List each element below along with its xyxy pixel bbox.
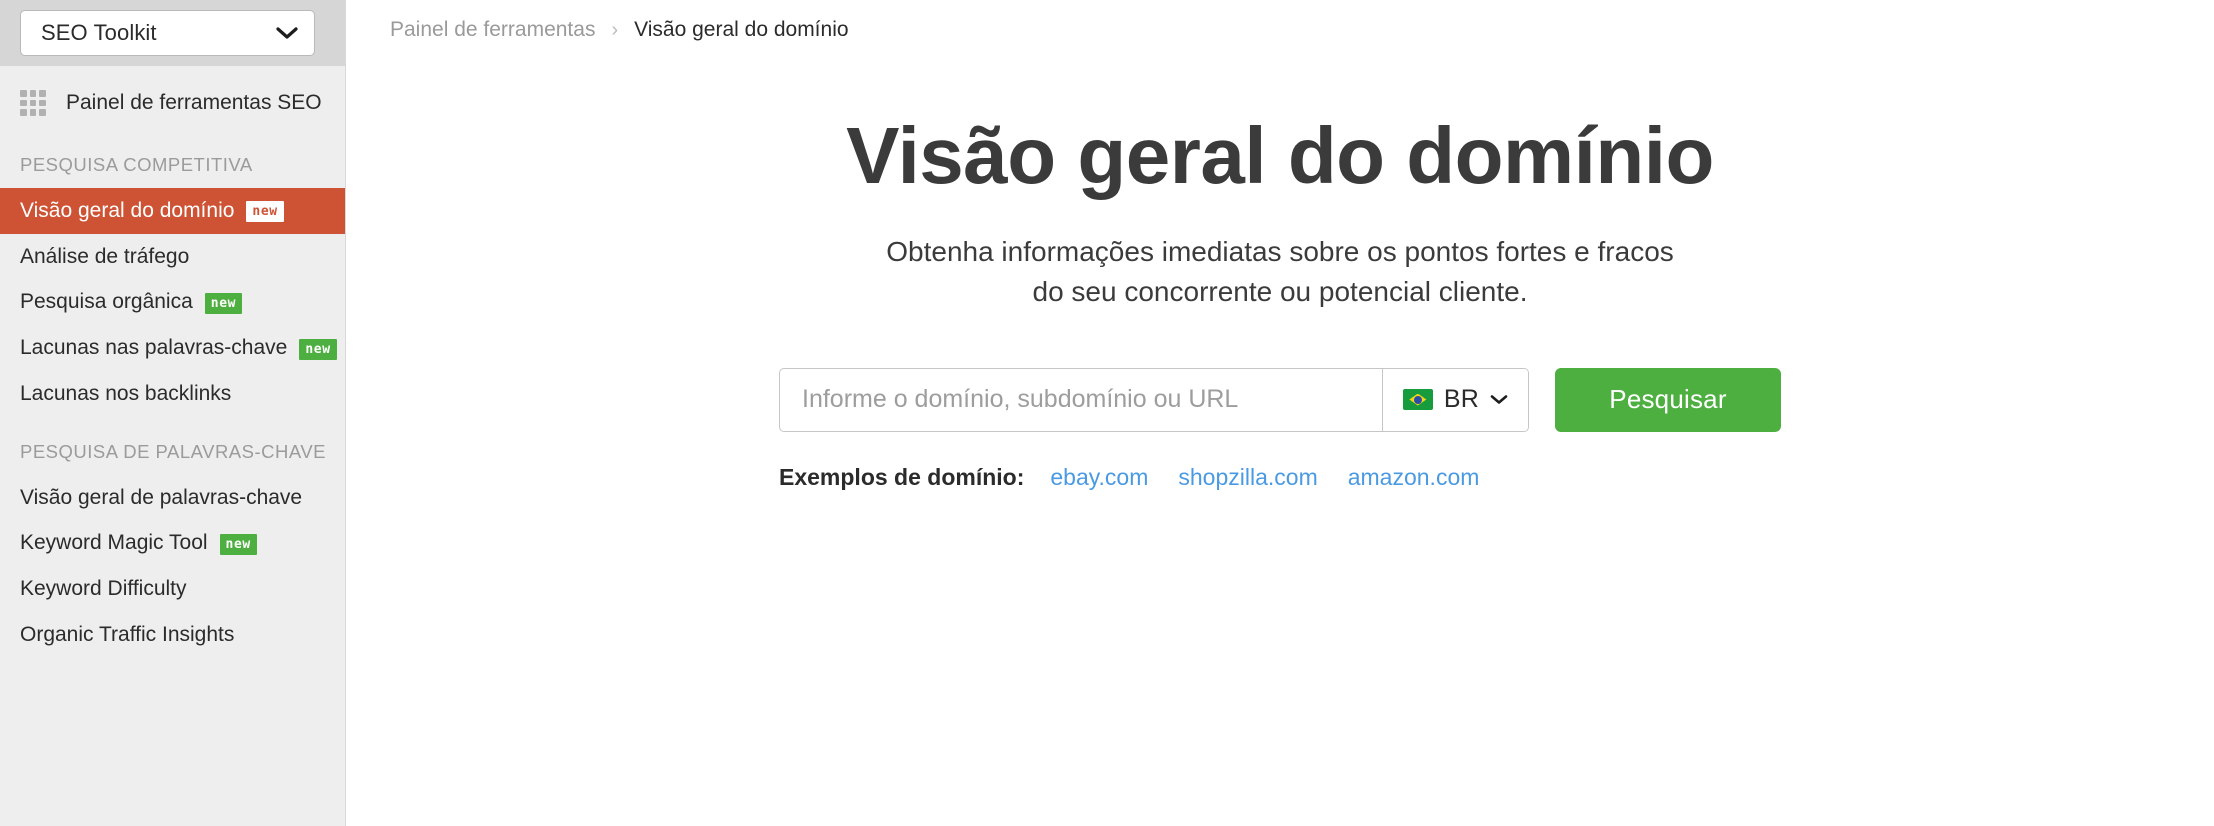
page-subtitle-line2: do seu concorrente ou potencial cliente. — [1032, 275, 1528, 307]
sidebar-item-label: Visão geral de palavras-chave — [20, 485, 303, 509]
new-badge: new — [299, 338, 337, 360]
sidebar-nav: Painel de ferramentas SEO PESQUISA COMPE… — [0, 66, 345, 826]
sidebar: SEO Toolkit Painel de ferramentas SEO PE… — [0, 0, 346, 826]
sidebar-item-label: Keyword Magic Tool — [20, 531, 208, 555]
sidebar-section-title-competitive: PESQUISA COMPETITIVA — [20, 154, 253, 175]
toolkit-selector-label: SEO Toolkit — [41, 20, 157, 45]
sidebar-section-title-keyword-research: PESQUISA DE PALAVRAS-CHAVE — [20, 440, 327, 462]
sidebar-item-lacunas-nos-backlinks[interactable]: Lacunas nos backlinks — [0, 371, 345, 417]
new-badge: new — [204, 292, 243, 314]
country-code-label: BR — [1443, 385, 1480, 413]
chevron-down-icon — [1490, 395, 1508, 404]
example-link-amazon[interactable]: amazon.com — [1348, 464, 1480, 491]
new-badge: new — [246, 201, 284, 223]
sidebar-item-pesquisa-organica[interactable]: Pesquisa orgânica new — [0, 279, 345, 325]
sidebar-item-visao-geral-do-dominio[interactable]: Visão geral do domínio new — [0, 188, 345, 234]
brazil-flag-icon — [1402, 389, 1433, 410]
sidebar-item-label: Lacunas nos backlinks — [20, 381, 232, 405]
page-subtitle-line1: Obtenha informações imediatas sobre os p… — [886, 236, 1674, 267]
sidebar-item-organic-traffic-insights[interactable]: Organic Traffic Insights — [0, 612, 345, 658]
sidebar-item-analise-de-trafego[interactable]: Análise de tráfego — [0, 234, 345, 280]
sidebar-item-lacunas-nas-palavras-chave[interactable]: Lacunas nas palavras-chave new — [0, 325, 345, 371]
sidebar-item-label: Lacunas nas palavras-chave — [20, 336, 288, 360]
sidebar-item-label: Keyword Difficulty — [20, 577, 187, 601]
hero-section: Visão geral do domínio Obtenha informaçõ… — [346, 114, 2214, 491]
app-root: SEO Toolkit Painel de ferramentas SEO PE… — [0, 0, 2214, 826]
page-subtitle: Obtenha informações imediatas sobre os p… — [886, 232, 1674, 312]
sidebar-item-label: Organic Traffic Insights — [20, 622, 235, 646]
sidebar-item-dashboard-label: Painel de ferramentas SEO — [66, 91, 322, 114]
chevron-down-icon — [276, 27, 298, 39]
country-selector[interactable]: BR — [1382, 368, 1528, 431]
breadcrumb-separator-icon: › — [611, 18, 619, 41]
breadcrumb-current: Visão geral do domínio — [634, 18, 849, 41]
sidebar-item-label: Visão geral do domínio — [20, 199, 235, 222]
sidebar-item-visao-geral-de-palavras-chave[interactable]: Visão geral de palavras-chave — [0, 475, 345, 521]
example-link-shopzilla[interactable]: shopzilla.com — [1178, 464, 1317, 491]
sidebar-header: SEO Toolkit — [0, 0, 345, 66]
domain-examples: Exemplos de domínio: ebay.com shopzilla.… — [779, 464, 1479, 491]
breadcrumb-link-dashboard[interactable]: Painel de ferramentas — [390, 18, 595, 42]
toolkit-selector[interactable]: SEO Toolkit — [20, 10, 315, 56]
new-badge: new — [219, 533, 257, 555]
example-link-ebay[interactable]: ebay.com — [1050, 464, 1148, 491]
sidebar-item-label: Análise de tráfego — [20, 244, 190, 268]
search-group: BR — [779, 367, 1529, 432]
search-button[interactable]: Pesquisar — [1555, 367, 1781, 432]
search-row: BR Pesquisar — [779, 367, 1781, 432]
search-block: BR Pesquisar Exemplos de domínio: ebay.c… — [779, 312, 1781, 491]
domain-examples-label: Exemplos de domínio: — [779, 463, 1025, 490]
sidebar-item-dashboard[interactable]: Painel de ferramentas SEO — [0, 76, 345, 130]
main-content: Painel de ferramentas › Visão geral do d… — [346, 0, 2214, 826]
grid-icon — [20, 90, 46, 116]
search-input[interactable] — [780, 368, 1382, 431]
sidebar-item-label: Pesquisa orgânica — [20, 290, 193, 314]
page-title: Visão geral do domínio — [846, 111, 1714, 200]
hero-inner: Visão geral do domínio Obtenha informaçõ… — [666, 114, 1894, 491]
breadcrumb: Painel de ferramentas › Visão geral do d… — [346, 0, 2214, 42]
sidebar-item-keyword-difficulty[interactable]: Keyword Difficulty — [0, 566, 345, 612]
sidebar-item-keyword-magic-tool[interactable]: Keyword Magic Tool new — [0, 520, 345, 566]
